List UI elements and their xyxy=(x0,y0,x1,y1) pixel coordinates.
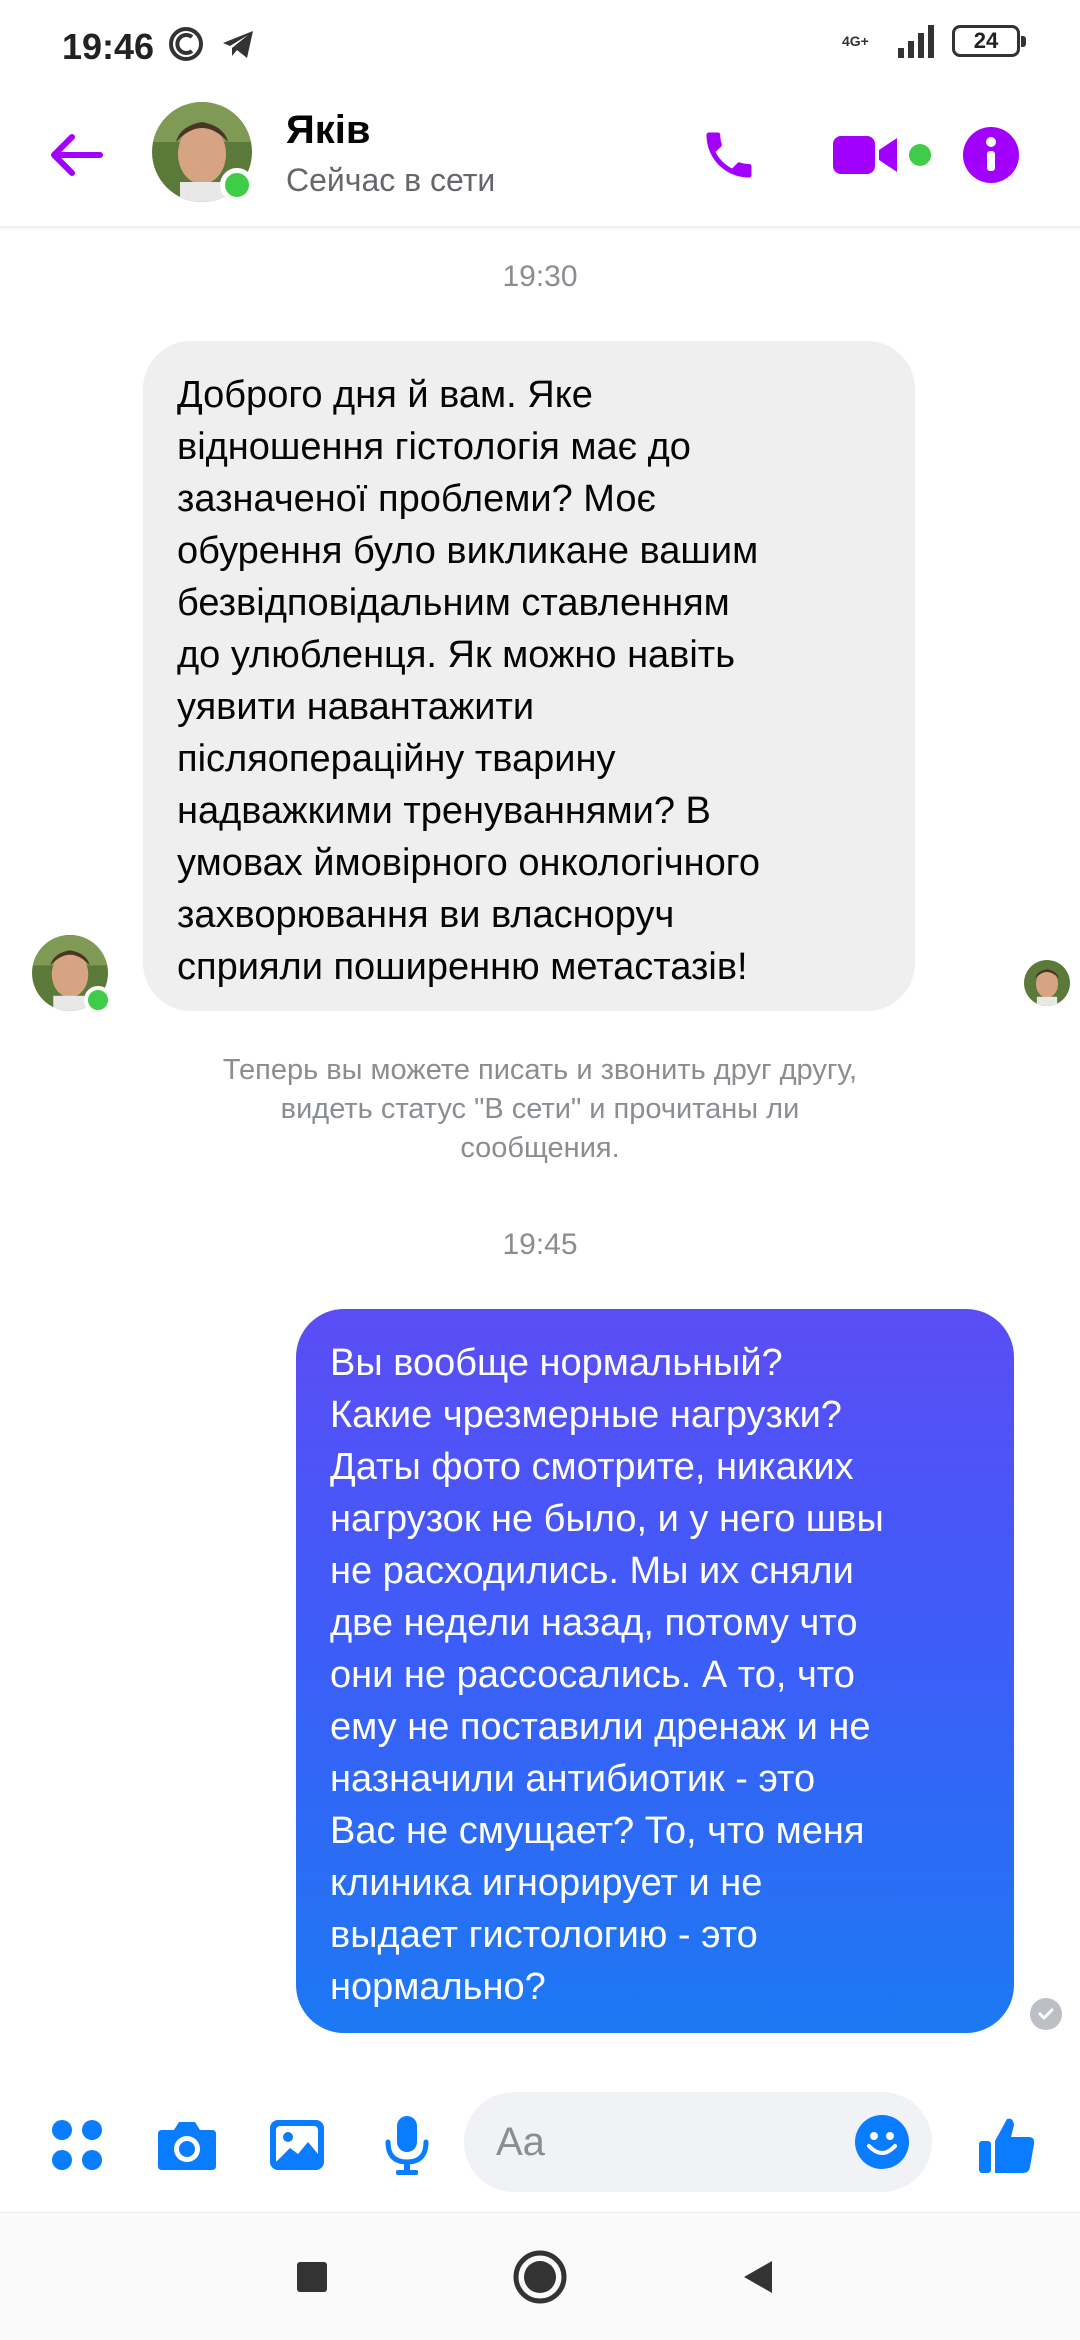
read-receipt-avatar xyxy=(1024,960,1070,1006)
camera-icon xyxy=(158,2122,216,2170)
battery-icon: 24 xyxy=(952,25,1026,57)
contact-name[interactable]: Яків xyxy=(286,108,370,153)
signal-icon xyxy=(898,25,934,58)
home-icon xyxy=(513,2250,567,2304)
like-button[interactable] xyxy=(972,2110,1042,2180)
home-button[interactable] xyxy=(510,2247,570,2307)
battery-level: 24 xyxy=(973,28,999,53)
voice-message-button[interactable] xyxy=(372,2110,442,2180)
thumbs-up-icon xyxy=(979,2118,1035,2173)
message-timestamp: 19:45 xyxy=(502,1228,578,1261)
phone-icon xyxy=(706,132,752,178)
gallery-button[interactable] xyxy=(262,2110,332,2180)
message-composer: Aa xyxy=(0,2082,1080,2212)
back-nav-button[interactable] xyxy=(728,2247,788,2307)
network-type: 4G+ xyxy=(842,33,869,49)
status-bar: 19:46 4G+ 24 xyxy=(0,0,1080,90)
emoji-icon xyxy=(855,2115,909,2169)
sender-online-indicator xyxy=(84,986,112,1014)
info-icon xyxy=(963,127,1019,183)
recent-apps-icon xyxy=(297,2262,327,2292)
status-time: 19:46 xyxy=(62,26,155,67)
chat-header: Яків Сейчас в сети xyxy=(0,90,1080,228)
voice-call-button[interactable] xyxy=(694,120,764,190)
message-timestamp: 19:30 xyxy=(502,260,578,293)
back-button[interactable] xyxy=(42,120,112,190)
camera-button[interactable] xyxy=(152,2110,222,2180)
outgoing-message-bubble[interactable]: Вы вообще нормальный? Какие чрезмерные н… xyxy=(296,1309,1014,2033)
video-online-dot xyxy=(909,144,931,166)
microphone-icon xyxy=(385,2116,429,2175)
video-call-button[interactable] xyxy=(826,120,936,190)
emoji-button[interactable] xyxy=(854,2114,910,2170)
system-navigation-bar xyxy=(0,2212,1080,2340)
info-button[interactable] xyxy=(956,120,1026,190)
telegram-icon xyxy=(223,31,253,58)
contact-status: Сейчас в сети xyxy=(286,162,496,198)
apps-button[interactable] xyxy=(42,2110,112,2180)
back-arrow-icon xyxy=(51,134,103,176)
incoming-message-bubble[interactable]: Доброго дня й вам. Яке відношення гістол… xyxy=(143,341,915,1011)
recent-apps-button[interactable] xyxy=(282,2247,342,2307)
online-indicator xyxy=(220,168,254,202)
message-input[interactable]: Aa xyxy=(464,2092,932,2192)
system-notice: Теперь вы можете писать и звонить друг д… xyxy=(222,1054,858,1164)
c-app-icon xyxy=(169,27,203,61)
message-input-placeholder: Aa xyxy=(496,2120,545,2164)
video-camera-icon xyxy=(833,136,897,174)
sent-status-icon xyxy=(1030,1998,1062,2030)
back-icon xyxy=(744,2261,772,2293)
gallery-icon xyxy=(270,2120,324,2170)
apps-grid-icon xyxy=(52,2120,102,2170)
